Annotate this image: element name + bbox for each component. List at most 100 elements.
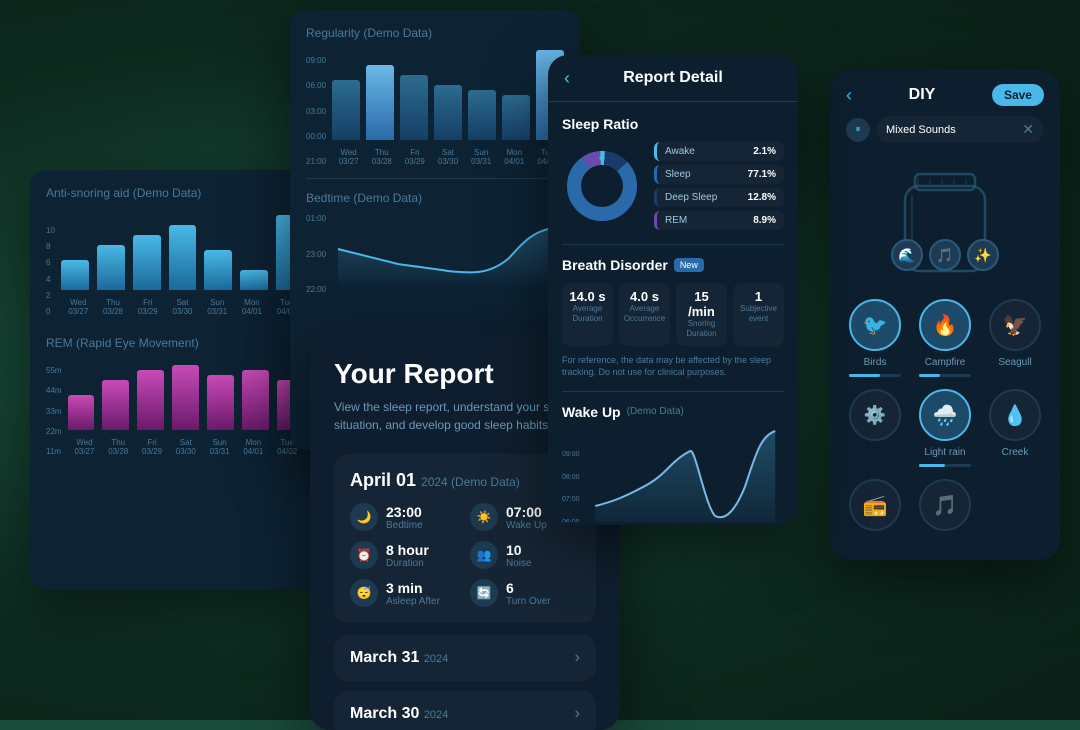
sound-item-extra1[interactable]: 📻	[846, 479, 904, 531]
wakeup-title: Wake Up	[562, 404, 621, 420]
card-report-detail: ‹ Report Detail Sleep Ratio	[548, 55, 798, 525]
stat-turn-over: 🔄 6 Turn Over	[470, 579, 580, 607]
sound-item-extra2[interactable]: 🎵	[916, 479, 974, 531]
breath-stats-grid: 14.0 s Average Duration 4.0 s Average Oc…	[562, 283, 784, 346]
breath-stat-duration: 14.0 s Average Duration	[562, 283, 613, 346]
anti-snoring-title: Anti-snoring aid (Demo Data)	[46, 186, 304, 200]
rem-x-axis: Wed03/27 Thu03/28 Fri03/29 Sat03/30 Sun0…	[68, 434, 304, 456]
sleep-ratio-donut-row: Awake 2.1% Sleep 77.1% Deep Sleep 12.8% …	[562, 142, 784, 230]
breath-stat-snoring: 15 /min Snoring Duration	[676, 283, 727, 346]
legend-awake: Awake 2.1%	[654, 142, 784, 161]
campfire-label: Campfire	[925, 357, 966, 368]
divider	[562, 391, 784, 392]
legend-sleep: Sleep 77.1%	[654, 165, 784, 184]
sound-item-light-rain[interactable]: 🌧️ Light rain	[916, 389, 974, 467]
rem-title: REM (Rapid Eye Movement)	[46, 336, 304, 350]
stat-noise: 👥 10 Noise	[470, 541, 580, 569]
report-detail-header: ‹ Report Detail	[548, 55, 798, 102]
sound-item-seagull[interactable]: 🦅 Seagull	[986, 299, 1044, 377]
breath-disorder-section: Breath Disorder New	[562, 257, 784, 273]
stat-duration: ⏰ 8 hour Duration	[350, 541, 460, 569]
card-diy: ‹ DIY Save ⏸ Mixed Sounds ✕ 🌊	[830, 70, 1060, 560]
report-date-march31[interactable]: March 31 2024 ›	[334, 635, 596, 681]
stat-bedtime: 🌙 23:00 Bedtime	[350, 503, 460, 531]
rem-bars	[68, 354, 304, 434]
diy-header: ‹ DIY Save	[830, 70, 1060, 116]
anti-snoring-y-axis: 10 8 6 4 2 0	[46, 226, 55, 316]
back-button[interactable]: ‹	[564, 68, 570, 89]
rem-chart: 55m 44m 33m 22m 11m	[46, 354, 304, 456]
seagull-icon: 🦅	[989, 299, 1041, 351]
breath-stat-occurrence: 4.0 s Average Occurrence	[619, 283, 670, 346]
march30-label: March 30 2024	[350, 705, 448, 723]
legend-rem: REM 8.9%	[654, 211, 784, 230]
noise-icon: 👥	[470, 541, 498, 569]
legend-deep-sleep: Deep Sleep 12.8%	[654, 188, 784, 207]
anti-snoring-bars	[61, 204, 304, 294]
breath-notice: For reference, the data may be affected …	[562, 354, 784, 379]
regularity-title: Regularity (Demo Data)	[306, 26, 564, 40]
bar-group	[172, 365, 199, 430]
pause-button[interactable]: ⏸	[846, 118, 870, 142]
birds-slider[interactable]	[849, 374, 901, 377]
bar-group	[102, 380, 129, 430]
extra-icon-1: 📻	[849, 479, 901, 531]
sound-item-birds[interactable]: 🐦 Birds	[846, 299, 904, 377]
report-date-header: April 01 2024 (Demo Data) ›	[350, 470, 580, 491]
settings-icon: ⚙️	[849, 389, 901, 441]
report-stats-grid: 🌙 23:00 Bedtime ☀️ 07:00 Wake Up ⏰ 8 hou…	[350, 503, 580, 607]
bedtime-title: Bedtime (Demo Data)	[306, 191, 564, 205]
bedtime-section: Bedtime (Demo Data) 01:00 23:00 22:00	[306, 191, 564, 294]
sounds-grid: 🐦 Birds 🔥 Campfire 🦅 Seagull ⚙️ 🌧️ Light…	[830, 291, 1060, 539]
bedtime-icon: 🌙	[350, 503, 378, 531]
diy-title: DIY	[909, 86, 936, 104]
light-rain-label: Light rain	[924, 447, 965, 458]
sound-item-creek[interactable]: 💧 Creek	[986, 389, 1044, 467]
close-icon[interactable]: ✕	[1022, 121, 1034, 138]
bar-group	[68, 395, 95, 430]
bubble-1: 🌊	[891, 239, 923, 271]
bedtime-chart: 01:00 23:00 22:00	[306, 209, 564, 294]
sleep-ratio-donut	[562, 146, 642, 226]
bar-group	[133, 235, 161, 290]
bar-group	[242, 370, 269, 430]
bar-group	[97, 245, 125, 290]
bedtime-y-axis: 01:00 23:00 22:00	[306, 214, 326, 294]
current-sound-label: Mixed Sounds	[886, 124, 1014, 136]
campfire-slider[interactable]	[919, 374, 971, 377]
report-date-march30[interactable]: March 30 2024 ›	[334, 691, 596, 730]
diy-save-button[interactable]: Save	[992, 84, 1044, 106]
bar-group	[204, 250, 232, 290]
birds-label: Birds	[864, 357, 887, 368]
sound-item-campfire[interactable]: 🔥 Campfire	[916, 299, 974, 377]
breath-stat-subjective: 1 Subjective event	[733, 283, 784, 346]
light-rain-slider[interactable]	[919, 464, 971, 467]
asleep-icon: 😴	[350, 579, 378, 607]
anti-snoring-x-axis: Wed03/27 Thu03/28 Fri03/29 Sat03/30 Sun0…	[61, 294, 304, 316]
wakeup-demo: (Demo Data)	[627, 406, 684, 417]
sound-item-settings[interactable]: ⚙️	[846, 389, 904, 467]
regularity-bars	[332, 44, 564, 144]
breath-disorder-title: Breath Disorder	[562, 257, 668, 273]
jar-container: 🌊 🎵 ✨	[830, 151, 1060, 291]
regularity-y-axis: 09:00 06:00 03:00 00:00 21:00	[306, 56, 326, 166]
creek-label: Creek	[1002, 447, 1029, 458]
diy-back-button[interactable]: ‹	[846, 85, 852, 106]
divider	[562, 244, 784, 245]
bar-group	[240, 270, 268, 290]
wakeup-line-chart	[586, 426, 784, 522]
regularity-x-axis: Wed03/27 Thu03/28 Fri03/29 Sat03/30 Sun0…	[332, 144, 564, 166]
current-sound-bar: Mixed Sounds ✕	[876, 116, 1044, 143]
rem-section: REM (Rapid Eye Movement) 55m 44m 33m 22m…	[46, 336, 304, 456]
new-badge: New	[674, 258, 704, 272]
campfire-icon: 🔥	[919, 299, 971, 351]
divider	[306, 178, 564, 179]
report-detail-title: Report Detail	[623, 69, 723, 87]
bedtime-line-chart	[332, 209, 564, 289]
card-anti-snoring-rem: Anti-snoring aid (Demo Data) 10 8 6 4 2 …	[30, 170, 320, 590]
bar-group	[61, 260, 89, 290]
bar-group	[169, 225, 197, 290]
turnover-icon: 🔄	[470, 579, 498, 607]
wakeup-y-axis: 09:00 08:00 07:00 06:00 05:00 04:00	[562, 451, 580, 522]
bubble-2: 🎵	[929, 239, 961, 271]
